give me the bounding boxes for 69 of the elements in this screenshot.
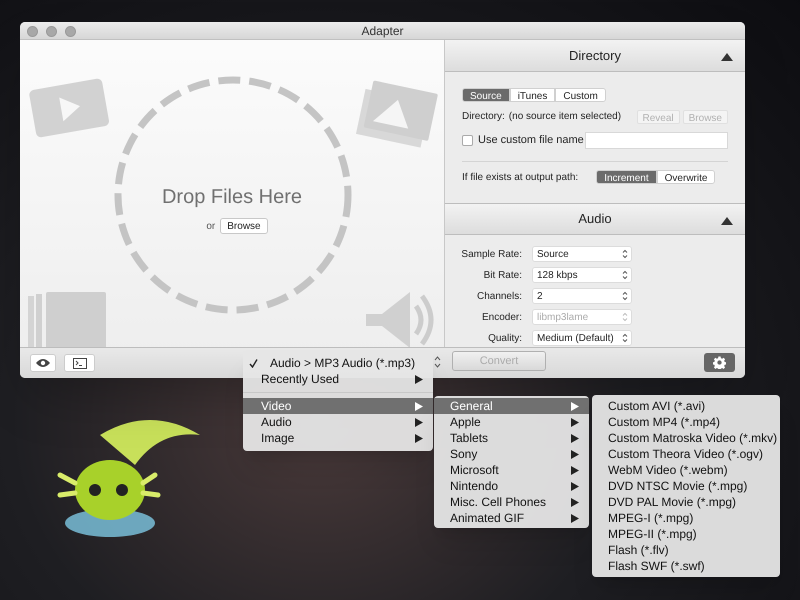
select-field[interactable]: Source <box>532 246 632 262</box>
menu-item[interactable]: Custom AVI (*.avi) <box>592 398 780 414</box>
conflict-label: If file exists at output path: <box>462 170 578 184</box>
drop-area[interactable]: Drop Files Here or Browse <box>20 40 445 347</box>
updown-icon <box>622 270 628 280</box>
field-label: Channels: <box>476 290 522 304</box>
menu-item[interactable]: Apple <box>434 414 589 430</box>
popup-arrows-icon[interactable] <box>434 356 441 368</box>
field-label: Quality: <box>487 332 522 346</box>
menu-item[interactable]: DVD NTSC Movie (*.mpg) <box>592 478 780 494</box>
updown-icon <box>622 291 628 301</box>
eye-icon <box>35 358 51 368</box>
menu-item[interactable]: Video <box>243 398 433 414</box>
menu-item[interactable]: Tablets <box>434 430 589 446</box>
source-tab[interactable]: Source <box>462 88 510 102</box>
menu-item[interactable]: Sony <box>434 446 589 462</box>
checkmark-icon <box>249 358 258 368</box>
eye-button[interactable] <box>30 354 56 372</box>
menu-item[interactable]: WebM Video (*.webm) <box>592 462 780 478</box>
conflict-option[interactable]: Overwrite <box>656 170 716 184</box>
menu-item[interactable]: Microsoft <box>434 462 589 478</box>
section-title: Audio <box>578 210 612 228</box>
submenu-arrow-icon <box>415 374 423 384</box>
field-label: Bit Rate: <box>482 268 522 282</box>
conflict-option[interactable]: Increment <box>596 170 657 184</box>
field-label: Sample Rate: <box>460 248 522 262</box>
menu-item[interactable]: Audio > MP3 Audio (*.mp3) <box>243 355 433 371</box>
menu-item[interactable]: MPEG-II (*.mpg) <box>592 526 780 542</box>
file-name-field[interactable] <box>585 132 728 149</box>
menu-item[interactable]: Custom Matroska Video (*.mkv) <box>592 430 780 446</box>
menu-item[interactable]: Image <box>243 430 433 446</box>
menu-item[interactable]: Flash SWF (*.swf) <box>592 558 780 574</box>
terminal-button[interactable] <box>64 354 95 372</box>
updown-icon <box>622 249 628 259</box>
source-tab[interactable]: iTunes <box>510 88 556 102</box>
menu-item[interactable]: Nintendo <box>434 478 589 494</box>
browse-button[interactable]: Browse <box>220 218 268 234</box>
menu-item[interactable]: Custom MP4 (*.mp4) <box>592 414 780 430</box>
drop-prompt: Drop Files Here <box>162 185 302 210</box>
audio-header[interactable]: Audio <box>445 203 745 235</box>
collapse-triangle-icon[interactable] <box>721 52 733 61</box>
menu-item[interactable]: MPEG-I (*.mpg) <box>592 510 780 526</box>
collapse-triangle-icon[interactable] <box>721 216 733 225</box>
updown-icon <box>622 333 628 343</box>
field-label: Encoder: <box>480 310 522 324</box>
section-title: Directory <box>568 46 621 65</box>
menu-item[interactable]: DVD PAL Movie (*.mpg) <box>592 494 780 510</box>
select-field[interactable]: Medium (Default) <box>532 330 632 346</box>
custom-name-label: Use custom file name <box>478 133 584 148</box>
settings-button[interactable] <box>704 353 735 372</box>
or-label: or <box>206 220 216 234</box>
menu-item[interactable]: General <box>434 398 589 414</box>
updown-icon <box>622 312 628 322</box>
select-field[interactable]: 2 <box>532 288 632 304</box>
menu-item[interactable]: Animated GIF <box>434 510 589 526</box>
source-tab[interactable]: Custom <box>555 88 606 102</box>
directory-value: (no source item selected) <box>508 110 622 124</box>
select-field[interactable]: 128 kbps <box>532 267 632 283</box>
settings-icon <box>713 356 726 369</box>
menu-item[interactable]: Custom Theora Video (*.ogv) <box>592 446 780 462</box>
menu-item[interactable]: Flash (*.flv) <box>592 542 780 558</box>
checkbox[interactable] <box>462 135 473 146</box>
menu-item[interactable]: Recently Used <box>243 371 433 387</box>
directory-label: Directory: <box>462 110 505 124</box>
menu-item[interactable]: Misc. Cell Phones <box>434 494 589 510</box>
directory-header[interactable]: Directory <box>445 40 745 72</box>
menu-item[interactable]: Audio <box>243 414 433 430</box>
window-title: Adapter <box>361 22 404 40</box>
terminal-icon <box>72 358 86 368</box>
